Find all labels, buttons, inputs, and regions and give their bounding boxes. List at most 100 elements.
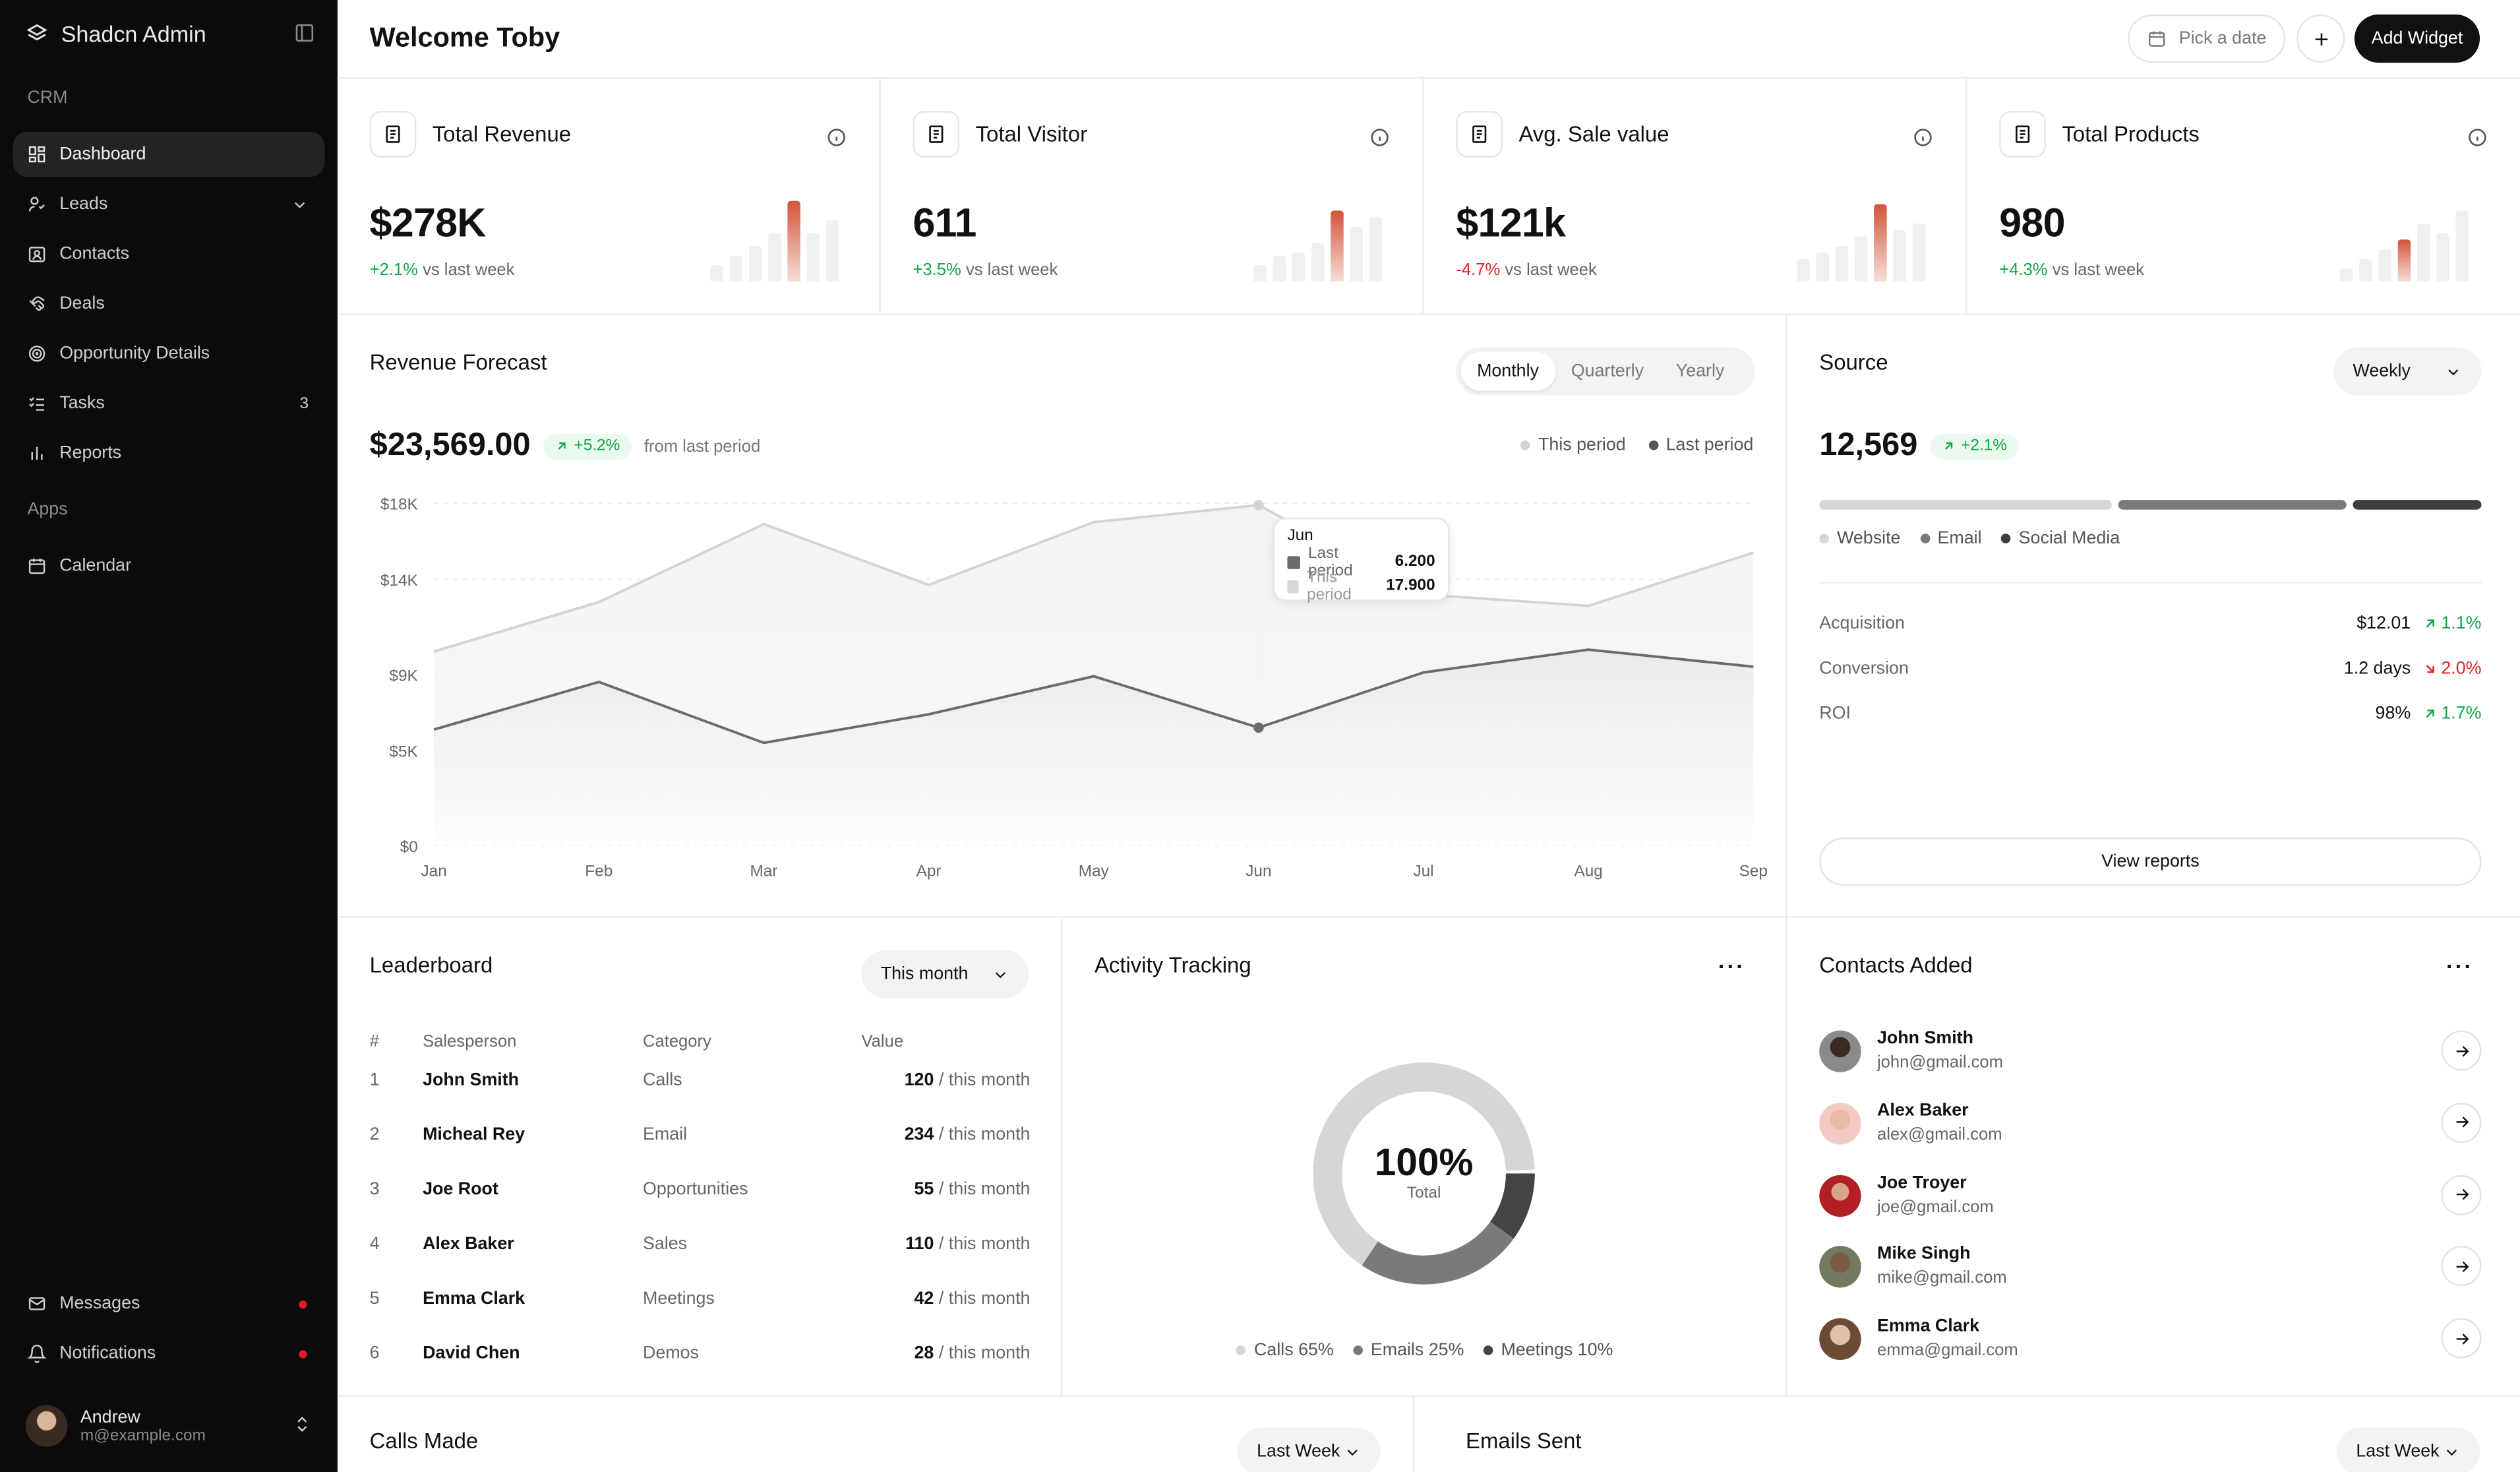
table-row[interactable]: 6 David Chen Demos 28 / this month (370, 1326, 1031, 1381)
arrow-up-right-icon (2426, 709, 2434, 718)
forecast-change-badge: +5.2% (543, 433, 632, 459)
sidebar-item-leads[interactable]: Leads (13, 181, 325, 226)
open-contact-button[interactable] (2441, 1030, 2482, 1071)
sidebar-item-contacts[interactable]: Contacts (13, 231, 325, 276)
sidebar-item-deals[interactable]: Deals (13, 282, 325, 326)
stat-delta-value: +4.3% (1999, 260, 2048, 280)
stat-delta-value: -4.7% (1456, 260, 1501, 280)
sidebar-item-messages[interactable]: Messages (13, 1281, 325, 1326)
stat-delta-suffix: vs last week (423, 260, 515, 280)
table-row[interactable]: 1 John Smith Calls 120 / this month (370, 1053, 1031, 1108)
x-tick-label: Sep (1739, 862, 1768, 880)
add-button[interactable] (2296, 14, 2345, 63)
source-metric-row: ROI 98% 1.7% (1819, 704, 2481, 730)
table-row[interactable]: 4 Alex Baker Sales 110 / this month (370, 1217, 1031, 1272)
tab-quarterly[interactable]: Quarterly (1555, 352, 1660, 391)
tab-monthly[interactable]: Monthly (1460, 352, 1555, 391)
spark-bar (1311, 243, 1325, 282)
date-placeholder: Pick a date (2178, 28, 2267, 49)
deals-icon (29, 296, 45, 311)
rank-cell: 5 (369, 1289, 380, 1309)
arrow-right-icon (2455, 1189, 2469, 1200)
chart-tooltip: Jun Last period 6.200 This period 17.900 (1273, 517, 1450, 603)
stat-value: 980 (1999, 200, 2065, 246)
sidebar-item-notifications[interactable]: Notifications (13, 1331, 325, 1376)
legend-calls: Calls 65% (1236, 1341, 1334, 1360)
spark-bar (1253, 265, 1267, 282)
source-period-value: Weekly (2353, 361, 2411, 381)
info-icon[interactable] (2467, 127, 2488, 148)
arrow-down-right-icon (2426, 665, 2434, 673)
source-metric-row: Acquisition $12.01 1.1% (1819, 614, 2481, 640)
legend-last-period: Last period (1648, 436, 1753, 455)
spark-bar (1292, 252, 1305, 282)
emails-period-select[interactable]: Last Week (2337, 1427, 2480, 1472)
sidebar-item-calendar[interactable]: Calendar (13, 543, 325, 588)
spark-bar (1816, 252, 1829, 282)
sidebar-item-dashboard[interactable]: Dashboard (13, 131, 325, 177)
stat-title: Total Visitor (975, 122, 1088, 146)
rank-cell: 4 (369, 1235, 380, 1254)
user-email: m@example.com (80, 1426, 206, 1445)
info-icon[interactable] (826, 127, 847, 148)
arrow-up-right-icon (2426, 619, 2434, 628)
date-picker[interactable]: Pick a date (2128, 14, 2286, 63)
view-reports-button[interactable]: View reports (1819, 837, 2482, 886)
forecast-total: $23,569.00 (369, 427, 531, 463)
leaderboard-period-select[interactable]: This month (861, 950, 1029, 998)
sidebar-item-label: Dashboard (59, 144, 146, 164)
table-row[interactable]: 5 Emma Clark Meetings 42 / this month (370, 1272, 1031, 1326)
revenue-forecast-chart[interactable]: $0 $5K $9K $14K $18K Jan Feb Mar Apr May Jun Jul Aug… (338, 482, 1787, 900)
brand[interactable]: Shadcn Admin (26, 19, 206, 48)
info-icon[interactable] (1913, 127, 1934, 148)
sidebar-toggle-icon[interactable] (294, 22, 315, 44)
col-value: Value (861, 1031, 904, 1052)
table-row[interactable]: 3 Joe Root Opportunities 55 / this month (370, 1162, 1031, 1217)
sidebar-item-label: Reports (59, 443, 122, 463)
spark-bar (1797, 259, 1810, 282)
data-point[interactable] (1253, 722, 1264, 733)
tab-yearly[interactable]: Yearly (1660, 352, 1740, 391)
spark-bar (2378, 249, 2391, 282)
arrow-right-icon (2455, 1117, 2469, 1128)
spark-bar (1854, 236, 1868, 282)
contacts-added-panel: Contacts Added ··· John Smith john@gmail.… (1787, 918, 2520, 1397)
bell-icon (27, 1345, 47, 1363)
metric-label: ROI (1819, 704, 1851, 723)
open-contact-button[interactable] (2441, 1174, 2482, 1215)
spark-bar (2397, 239, 2411, 282)
donut-slice-emails[interactable] (1362, 1221, 1514, 1285)
sidebar-item-opportunity-details[interactable]: Opportunity Details (13, 331, 325, 376)
open-contact-button[interactable] (2441, 1318, 2482, 1359)
period-tabs: Monthly Quarterly Yearly (1456, 347, 1755, 396)
x-tick-label: Feb (585, 862, 613, 880)
stat-delta: -4.7% vs last week (1456, 261, 1596, 280)
sidebar-item-label: Opportunity Details (59, 344, 210, 363)
rank-cell: 2 (369, 1125, 380, 1145)
contacts-icon (28, 247, 45, 262)
sidebar-item-tasks[interactable]: Tasks 3 (13, 381, 325, 426)
open-contact-button[interactable] (2441, 1102, 2482, 1143)
more-options-icon[interactable]: ··· (2446, 953, 2473, 979)
receipt-icon (1999, 111, 2046, 158)
source-period-select[interactable]: Weekly (2333, 347, 2482, 396)
data-point[interactable] (1253, 500, 1264, 510)
calls-period-select[interactable]: Last Week (1237, 1427, 1381, 1472)
spark-bar (1350, 226, 1363, 282)
stat-card: Total Products 980 +4.3% vs last week (1967, 78, 2520, 315)
sidebar-item-label: Messages (59, 1294, 140, 1314)
stat-sparkbars (710, 198, 849, 282)
more-options-icon[interactable]: ··· (1718, 953, 1745, 979)
col-salesperson: Salesperson (423, 1031, 517, 1052)
user-menu[interactable]: Andrew m@example.com (26, 1402, 312, 1450)
forecast-change: +5.2% (574, 437, 620, 455)
open-contact-button[interactable] (2441, 1246, 2482, 1287)
contact-email: joe@gmail.com (1877, 1196, 1994, 1217)
table-row[interactable]: 2 Micheal Rey Email 234 / this month (370, 1107, 1031, 1162)
target-icon (28, 346, 45, 362)
value-cell: 234 / this month (904, 1125, 1031, 1145)
info-icon[interactable] (1369, 127, 1391, 148)
add-widget-button[interactable]: Add Widget (2354, 14, 2480, 63)
activity-tracking-panel: Activity Tracking ··· 100% Total Calls 6… (1062, 917, 1787, 1397)
sidebar-item-reports[interactable]: Reports (13, 431, 325, 475)
